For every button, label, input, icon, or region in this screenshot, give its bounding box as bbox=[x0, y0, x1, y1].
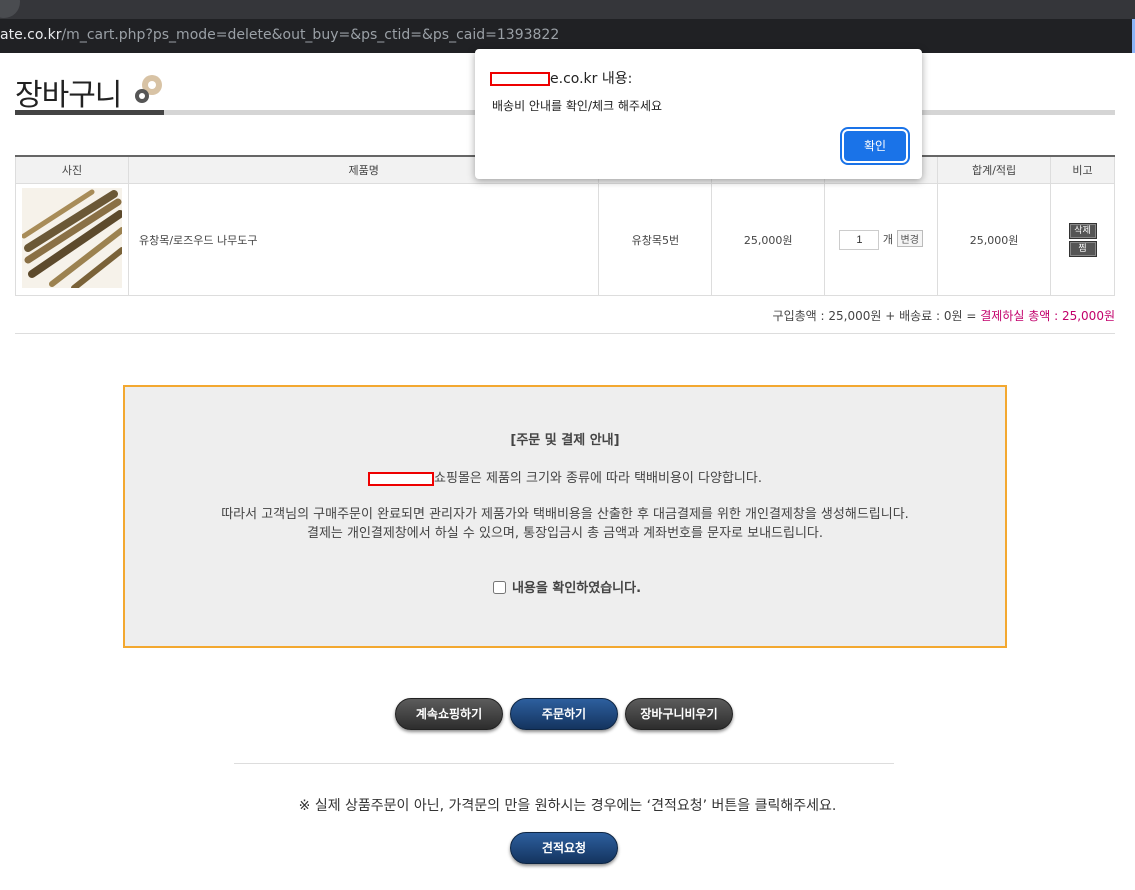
browser-menu-button[interactable] bbox=[0, 0, 20, 18]
url-path: /m_cart.php?ps_mode=delete&out_buy=&ps_c… bbox=[61, 27, 560, 43]
product-photo[interactable] bbox=[21, 188, 125, 291]
continue-shopping-button[interactable]: 계속쇼핑하기 bbox=[395, 698, 503, 730]
product-name[interactable]: 유창목/로즈우드 나무도구 bbox=[127, 183, 599, 296]
order-button[interactable]: 주문하기 bbox=[510, 698, 618, 730]
table-row: 유창목/로즈우드 나무도구 유창목5번 25,000원 개 변경 25,000원… bbox=[15, 183, 1115, 296]
product-total: 25,000원 bbox=[937, 183, 1051, 296]
empty-cart-button[interactable]: 장바구니비우기 bbox=[625, 698, 733, 730]
dialog-title: e.co.kr 내용: bbox=[490, 68, 632, 88]
summary-text: 구입총액 : 25,000원 + 배송료 : 0원 = bbox=[772, 309, 981, 323]
url-host: ate.co.kr bbox=[0, 27, 62, 43]
product-price: 25,000원 bbox=[711, 183, 825, 296]
col-header-photo: 사진 bbox=[15, 155, 129, 184]
notice-line-1: 쇼핑몰은 제품의 크기와 종류에 따라 택배비용이 다양합니다. bbox=[125, 467, 1005, 486]
quantity-input[interactable] bbox=[839, 229, 880, 250]
col-header-total: 합계/적립 bbox=[937, 155, 1051, 184]
notice-line-3: 결제는 개인결제창에서 하실 수 있으며, 통장입금시 총 금액과 계좌번호를 … bbox=[306, 526, 824, 541]
col-header-remarks: 비고 bbox=[1050, 155, 1115, 184]
page-title: 장바구니 bbox=[15, 78, 122, 113]
confirm-label[interactable]: 내용을 확인하였습니다. bbox=[512, 581, 641, 596]
alert-dialog: e.co.kr 내용: 배송비 안내를 확인/체크 해주세요 확인 bbox=[475, 49, 922, 179]
address-bar[interactable]: ate.co.kr/m_cart.php?ps_mode=delete&out_… bbox=[0, 19, 1135, 53]
title-decoration-icon bbox=[135, 75, 162, 103]
quantity-unit: 개 bbox=[882, 232, 893, 246]
notice-heading: [주문 및 결제 안내] bbox=[510, 433, 620, 448]
summary-total: 결제하실 총액 : 25,000원 bbox=[980, 309, 1115, 323]
delete-button[interactable]: 삭제 bbox=[1068, 222, 1097, 239]
wishlist-button[interactable]: 찜 bbox=[1068, 240, 1097, 257]
confirm-row: 내용을 확인하였습니다. bbox=[125, 577, 1005, 597]
notice-line-2: 따라서 고객님의 구매주문이 완료되면 관리자가 제품가와 택배비용을 산출한 … bbox=[221, 507, 909, 522]
redacted-mark bbox=[368, 471, 435, 486]
order-payment-notice: [주문 및 결제 안내] 쇼핑몰은 제품의 크기와 종류에 따라 택배비용이 다… bbox=[123, 385, 1007, 648]
dialog-message: 배송비 안내를 확인/체크 해주세요 bbox=[492, 99, 663, 113]
product-photo-cell bbox=[15, 183, 129, 296]
confirm-checkbox[interactable] bbox=[492, 581, 506, 594]
quote-request-button[interactable]: 견적요청 bbox=[510, 832, 618, 864]
browser-tab-strip bbox=[0, 0, 1135, 19]
change-quantity-button[interactable]: 변경 bbox=[896, 229, 923, 247]
quote-note: ※ 실제 상품주문이 아닌, 가격문의 만을 원하시는 경우에는 ‘견적요청’ … bbox=[298, 798, 837, 814]
order-summary: 구입총액 : 25,000원 + 배송료 : 0원 = 결제하실 총액 : 25… bbox=[773, 307, 1115, 324]
product-option: 유창목5번 bbox=[598, 183, 712, 296]
redacted-mark bbox=[490, 72, 550, 86]
dialog-ok-button[interactable]: 확인 bbox=[844, 131, 906, 161]
remarks-cell: 삭제 찜 bbox=[1050, 183, 1115, 296]
quantity-cell: 개 변경 bbox=[824, 183, 938, 296]
